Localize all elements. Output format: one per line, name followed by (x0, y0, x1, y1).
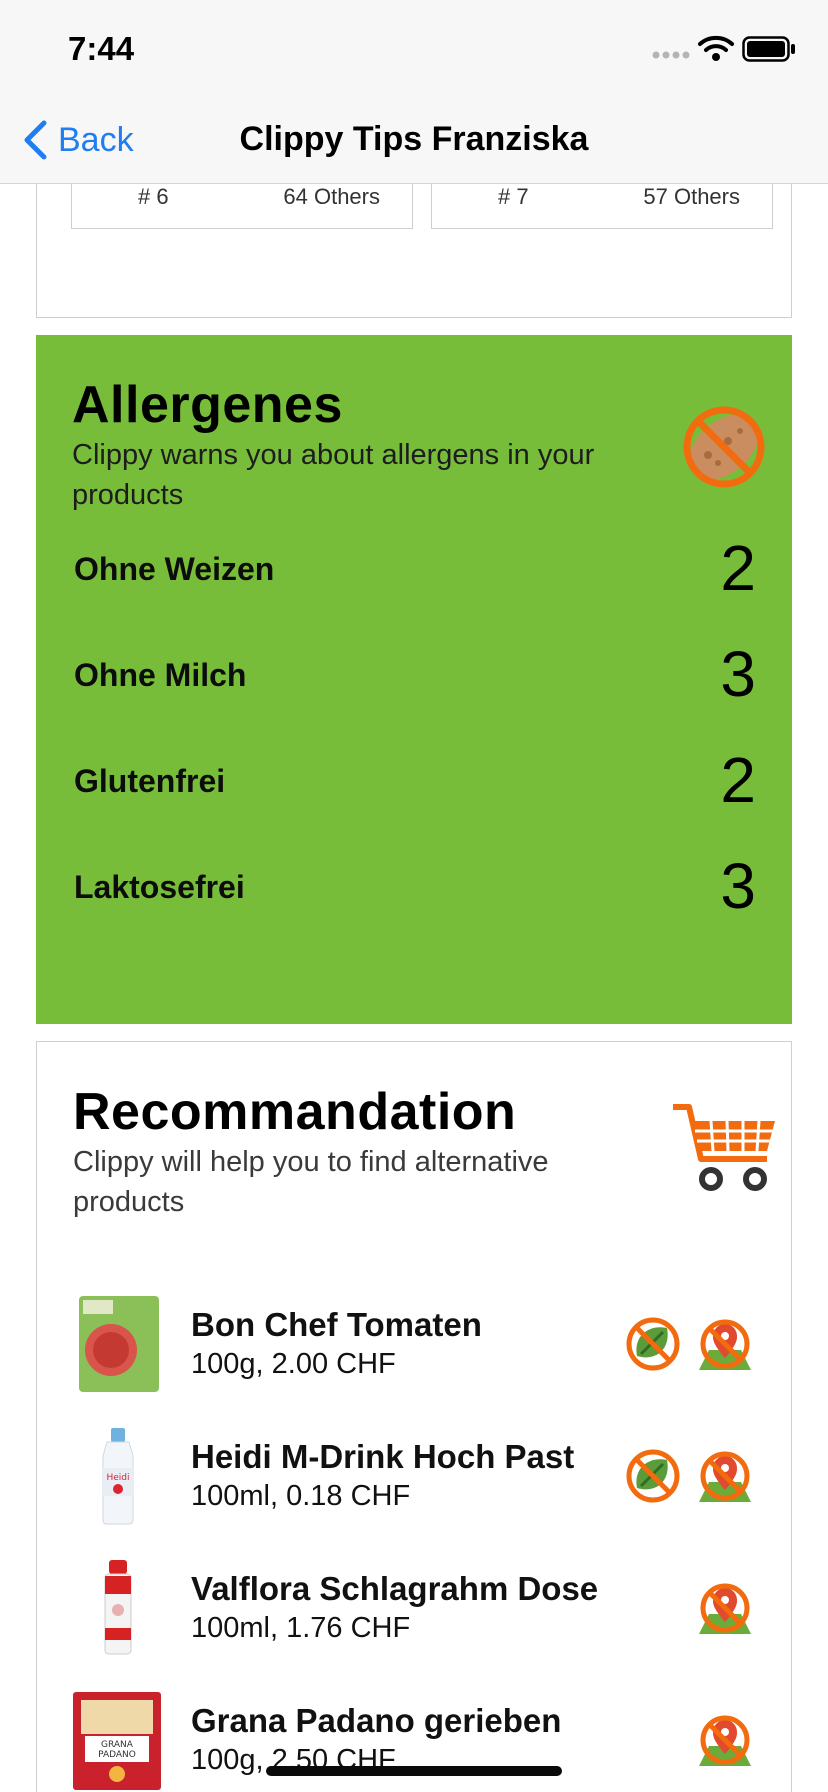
allergen-count: 2 (720, 532, 756, 604)
product-row[interactable]: Bon Chef Tomaten 100g, 2.00 CHF (37, 1288, 793, 1400)
allergen-name: Ohne Weizen (74, 551, 275, 587)
svg-text:PADANO: PADANO (98, 1750, 136, 1760)
product-detail: 100ml, 0.18 CHF (191, 1480, 411, 1512)
no-peanut-icon (683, 406, 765, 488)
product-name: Valflora Schlagrahm Dose (191, 1570, 599, 1607)
cellular-signal-icon (652, 51, 690, 59)
wifi-icon (698, 35, 734, 61)
allergenes-subtitle: Clippy warns you about allergens in your… (72, 439, 595, 511)
status-time: 7:44 (68, 30, 135, 67)
allergenes-title: Allergenes (72, 376, 343, 434)
product-row[interactable]: Valflora Schlagrahm Dose 100ml, 1.76 CHF (37, 1552, 793, 1664)
recommandation-subtitle: Clippy will help you to find alternative… (73, 1146, 549, 1218)
navigation-bar: 7:44 Back Clippy Tips Franziska (0, 0, 828, 184)
svg-text:Heidi: Heidi (106, 1473, 129, 1483)
no-local-icon (699, 1319, 751, 1370)
allergen-row: Glutenfrei 2 (74, 737, 756, 817)
product-image (104, 1560, 132, 1655)
product-name: Heidi M-Drink Hoch Past (191, 1438, 575, 1475)
allergen-row: Ohne Milch 3 (74, 631, 756, 711)
product-detail: 100ml, 1.76 CHF (191, 1612, 411, 1644)
recommandation-title: Recommandation (73, 1083, 517, 1141)
allergen-name: Ohne Milch (74, 657, 247, 693)
product-name: Bon Chef Tomaten (191, 1306, 482, 1343)
allergenes-card: Allergenes Clippy warns you about allerg… (36, 335, 792, 1024)
product-image: GRANA PADANO (73, 1692, 161, 1790)
page-title: Clippy Tips Franziska (239, 120, 589, 158)
battery-icon (742, 36, 795, 62)
product-image (79, 1296, 159, 1392)
product-image: Heidi (102, 1428, 134, 1525)
rank-label: # 7 (498, 184, 529, 209)
product-name: Grana Padano gerieben (191, 1702, 562, 1739)
allergen-name: Glutenfrei (74, 763, 226, 799)
svg-text:GRANA: GRANA (101, 1740, 134, 1750)
home-indicator[interactable] (266, 1766, 562, 1776)
allergen-name: Laktosefrei (74, 869, 245, 905)
rank-label: # 6 (138, 184, 169, 209)
others-label: 64 Others (283, 184, 380, 209)
product-detail: 100g, 2.00 CHF (191, 1348, 396, 1380)
no-local-icon (699, 1583, 751, 1634)
no-local-icon (699, 1715, 751, 1766)
shopping-cart-icon (673, 1104, 775, 1191)
allergen-count: 3 (720, 638, 756, 710)
no-local-icon (699, 1451, 751, 1502)
allergen-row: Ohne Weizen 2 (74, 525, 756, 605)
allergen-count: 3 (720, 850, 756, 922)
screen: # 6 64 Others # 7 57 Others Allergenes C… (0, 0, 828, 1792)
no-vegan-icon (626, 1449, 680, 1503)
allergen-count: 2 (720, 744, 756, 816)
others-label: 57 Others (643, 184, 740, 209)
allergen-row: Laktosefrei 3 (74, 843, 756, 923)
recommandation-card: Recommandation Clippy will help you to f… (36, 1041, 792, 1792)
scroll-content[interactable]: # 6 64 Others # 7 57 Others Allergenes C… (0, 0, 828, 1792)
product-row[interactable]: Heidi Heidi M-Drink Hoch Past 100ml, 0.1… (37, 1420, 793, 1532)
no-vegan-icon (626, 1317, 680, 1371)
